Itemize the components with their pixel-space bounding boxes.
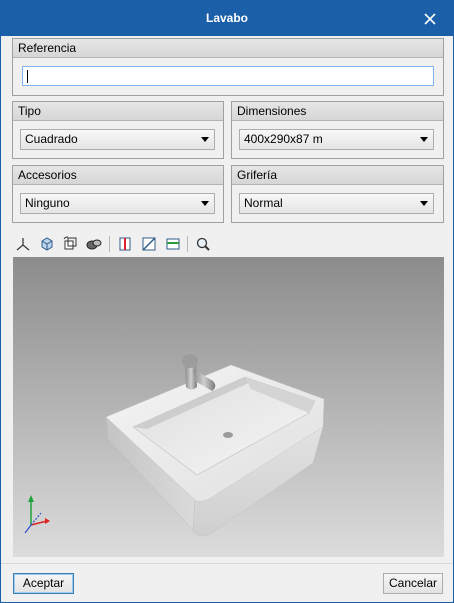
top-view-icon — [166, 238, 180, 250]
accesorios-selected: Ninguno — [25, 196, 70, 210]
cube-view-icon — [41, 237, 53, 251]
dimensiones-select[interactable]: 400x290x87 m — [239, 129, 434, 150]
toolbar-separator — [109, 236, 110, 252]
render-mode-button[interactable] — [84, 234, 104, 254]
tipo-group: Tipo Cuadrado — [12, 101, 224, 159]
front-view-icon — [119, 237, 131, 251]
top-view-button[interactable] — [163, 234, 183, 254]
side-view-icon — [142, 237, 156, 251]
view-toolbar — [13, 234, 443, 256]
dialog-content: Referencia Tipo Cuadrado Dimensiones 400… — [1, 36, 453, 602]
chevron-down-icon — [201, 137, 209, 142]
tipo-select[interactable]: Cuadrado — [20, 129, 215, 150]
griferia-group: Grifería Normal — [231, 165, 444, 223]
window-title: Lavabo — [205, 11, 248, 25]
dialog-footer: Aceptar Cancelar — [1, 563, 453, 602]
accesorios-group: Accesorios Ninguno — [12, 165, 224, 223]
toolbar-separator — [187, 236, 188, 252]
close-button[interactable] — [407, 1, 453, 36]
griferia-select[interactable]: Normal — [239, 193, 434, 214]
dialog-window: Lavabo Referencia Tipo Cuadrado Dimensio… — [0, 0, 454, 603]
dimensiones-selected: 400x290x87 m — [244, 132, 323, 146]
tipo-selected: Cuadrado — [25, 132, 78, 146]
referencia-group: Referencia — [12, 38, 444, 96]
cube-view-button[interactable] — [37, 234, 57, 254]
zoom-icon — [196, 237, 210, 251]
chevron-down-icon — [420, 137, 428, 142]
griferia-label: Grifería — [232, 166, 443, 185]
griferia-selected: Normal — [244, 196, 283, 210]
sink-3d-model — [24, 354, 325, 536]
rotate-view-icon — [63, 236, 77, 250]
close-icon — [424, 12, 436, 25]
referencia-label: Referencia — [13, 39, 443, 58]
text-caret — [27, 70, 28, 83]
front-view-button[interactable] — [115, 234, 135, 254]
accesorios-select[interactable]: Ninguno — [20, 193, 215, 214]
render-mode-icon — [86, 239, 102, 250]
tipo-label: Tipo — [13, 102, 223, 121]
cancel-button[interactable]: Cancelar — [383, 573, 443, 594]
dimensiones-group: Dimensiones 400x290x87 m — [231, 101, 444, 159]
chevron-down-icon — [420, 201, 428, 206]
3d-viewport[interactable] — [13, 257, 444, 557]
dimensiones-label: Dimensiones — [232, 102, 443, 121]
zoom-button[interactable] — [193, 234, 213, 254]
axes-icon — [16, 238, 30, 251]
accesorios-label: Accesorios — [13, 166, 223, 185]
accept-button[interactable]: Aceptar — [13, 573, 74, 594]
side-view-button[interactable] — [139, 234, 159, 254]
axes-button[interactable] — [13, 234, 33, 254]
rotate-view-button[interactable] — [60, 234, 80, 254]
chevron-down-icon — [201, 201, 209, 206]
referencia-input[interactable] — [22, 66, 434, 86]
title-bar: Lavabo — [1, 1, 453, 36]
